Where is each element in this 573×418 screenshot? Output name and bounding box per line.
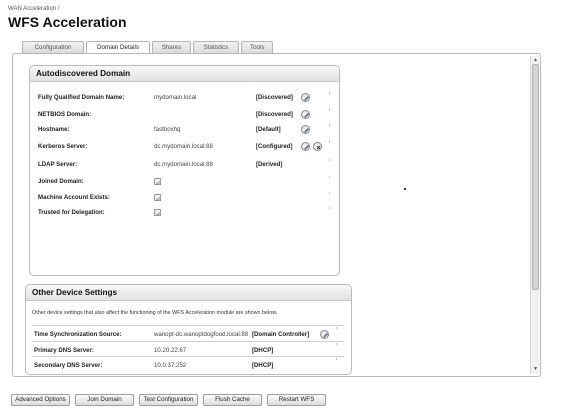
page-title: WFS Acceleration: [8, 14, 127, 30]
edit-button[interactable]: [320, 330, 329, 339]
row-divider: [32, 356, 344, 357]
field-status: [Domain Controller]: [252, 331, 310, 338]
field-status: [Default]: [256, 126, 281, 133]
scroll-up-icon[interactable]: ▲: [532, 57, 539, 64]
device-setting-row: Time Synchronization Source: wanopt-dc.wa…: [26, 328, 353, 339]
field-label: Trusted for Delegation:: [38, 209, 105, 216]
field-label: NETBIOS Domain:: [38, 111, 92, 118]
scroll-thumb[interactable]: [532, 64, 539, 290]
tab-tools[interactable]: Tools: [241, 41, 273, 53]
field-label: Fully Qualified Domain Name:: [38, 94, 125, 101]
pencil-icon: [304, 95, 310, 101]
device-setting-row: Primary DNS Server: 10.20.22.67 [DHCP] ʼ: [26, 344, 353, 355]
autodiscovered-row: Hostname: fastboxhq [Default] ʼ: [30, 125, 341, 134]
breadcrumb[interactable]: WAN Acceleration /: [8, 6, 59, 12]
tick-mark: ʼ: [329, 110, 331, 116]
device-setting-row: Secondary DNS Server: 10.0.37.252 [DHCP] ʼ: [26, 359, 353, 370]
field-status: [Configured]: [256, 143, 293, 150]
tick-mark: ʼ: [329, 125, 331, 131]
autodiscovered-row: Machine Account Exists: ʼ: [30, 193, 341, 202]
other-device-settings-box: Other Device Settings Other device setti…: [25, 284, 352, 375]
tick-mark: ʼ: [329, 160, 331, 166]
autodiscovered-domain-box: Autodiscovered Domain Fully Qualified Do…: [29, 65, 340, 276]
stray-dot: [404, 188, 406, 190]
vertical-scrollbar[interactable]: ▲ ▼: [530, 56, 539, 374]
pencil-icon: [304, 144, 310, 150]
autodiscovered-domain-header: Autodiscovered Domain: [30, 66, 339, 82]
checkbox[interactable]: [154, 209, 162, 216]
tick-mark: ʼ: [329, 193, 331, 199]
field-label: Primary DNS Server:: [34, 347, 94, 354]
field-label: Hostname:: [38, 126, 70, 133]
edit-button[interactable]: [301, 110, 310, 119]
tick-mark: ʼ: [336, 344, 338, 350]
field-value: 10.0.37.252: [154, 362, 187, 369]
tick-mark: ʼ: [329, 208, 331, 214]
delete-button[interactable]: [313, 142, 322, 151]
field-value: fastboxhq: [154, 126, 181, 133]
tick-mark: ʼ: [336, 359, 338, 365]
field-label: Time Synchronization Source:: [34, 331, 122, 338]
field-status: [Discovered]: [256, 94, 293, 101]
field-value: dc.mydomain.local:88: [154, 143, 213, 150]
tab-statistics[interactable]: Statistics: [193, 41, 239, 53]
restart-wfs-button[interactable]: Restart WFS: [267, 394, 326, 406]
field-status: [DHCP]: [252, 347, 274, 354]
scroll-down-icon[interactable]: ▼: [532, 366, 539, 373]
field-value: dc.mydomain.local:88: [154, 161, 213, 168]
autodiscovered-row: NETBIOS Domain: [Discovered] ʼ: [30, 110, 341, 119]
field-label: Secondary DNS Server:: [34, 362, 103, 369]
tick-mark: ʼ: [329, 177, 331, 183]
edit-button[interactable]: [301, 93, 310, 102]
autodiscovered-row: LDAP Server: dc.mydomain.local:88 [Derived…: [30, 160, 341, 169]
autodiscovered-row: Fully Qualified Domain Name: mydomain.loc…: [30, 93, 341, 102]
join-domain-button[interactable]: Join Domain: [75, 394, 134, 406]
flush-cache-button[interactable]: Flush Cache: [203, 394, 262, 406]
row-divider: [32, 341, 344, 342]
other-settings-note: Other device settings that also affect t…: [32, 310, 278, 316]
autodiscovered-row: Kerberos Server: dc.mydomain.local:88 [Con…: [30, 142, 341, 151]
test-configuration-button[interactable]: Test Configuration: [139, 394, 198, 406]
tab-configuration[interactable]: Configuration: [22, 41, 84, 53]
checkmark-icon: [155, 196, 162, 201]
field-label: LDAP Server:: [38, 161, 78, 168]
other-device-settings-header: Other Device Settings: [26, 285, 351, 301]
row-divider: [32, 325, 344, 326]
checkbox[interactable]: [154, 194, 162, 201]
field-status: [Derived]: [256, 161, 283, 168]
advanced-options-button[interactable]: Advanced Options: [11, 394, 70, 406]
pencil-icon: [323, 332, 329, 338]
field-value: mydomain.local: [154, 94, 197, 101]
checkbox[interactable]: [154, 178, 162, 185]
autodiscovered-row: Trusted for Delegation: ʼ: [30, 208, 341, 217]
checkmark-icon: [155, 180, 162, 185]
tick-mark: ʼ: [336, 328, 338, 334]
pencil-icon: [304, 112, 310, 118]
checkmark-icon: [155, 211, 162, 216]
tick-mark: ʼ: [329, 93, 331, 99]
field-label: Kerberos Server:: [38, 143, 88, 150]
edit-button[interactable]: [301, 142, 310, 151]
autodiscovered-row: Joined Domain: ʼ: [30, 177, 341, 186]
tab-shares[interactable]: Shares: [152, 41, 191, 53]
field-label: Machine Account Exists:: [38, 194, 110, 201]
pencil-icon: [304, 127, 310, 133]
field-value: wanopt-dc.wanoptdogfood.local:88: [154, 331, 249, 338]
field-status: [Discovered]: [256, 111, 293, 118]
field-value: 10.20.22.67: [154, 347, 187, 354]
tab-bar: Configuration Domain Details Shares Stat…: [22, 41, 275, 54]
close-icon: [316, 145, 321, 150]
field-status: [DHCP]: [252, 362, 274, 369]
edit-button[interactable]: [301, 125, 310, 134]
field-label: Joined Domain:: [38, 178, 84, 185]
tick-mark: ʼ: [329, 142, 331, 148]
